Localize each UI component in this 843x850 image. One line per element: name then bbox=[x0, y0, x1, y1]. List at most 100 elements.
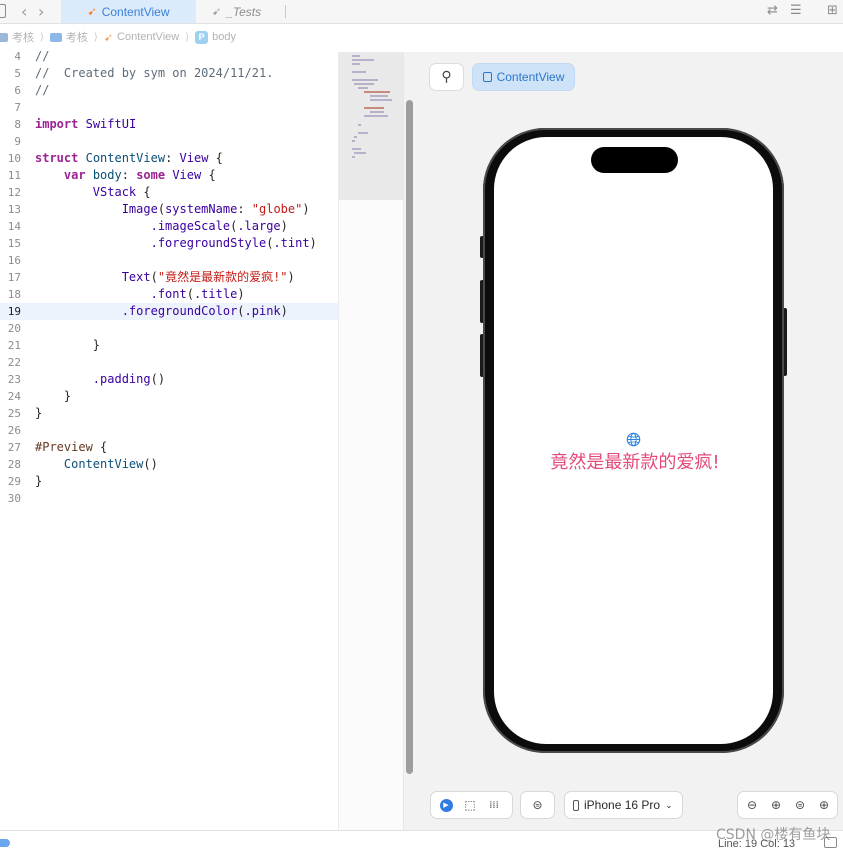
code-text[interactable]: import SwiftUI bbox=[35, 116, 136, 133]
code-line[interactable]: 7 bbox=[0, 99, 338, 116]
code-text[interactable]: ContentView() bbox=[35, 456, 158, 473]
code-text[interactable]: .imageScale(.large) bbox=[35, 218, 288, 235]
code-line[interactable]: 21 } bbox=[0, 337, 338, 354]
line-number: 26 bbox=[7, 424, 21, 437]
device-label: iPhone 16 Pro bbox=[584, 798, 661, 812]
code-line[interactable]: 12 VStack { bbox=[0, 184, 338, 201]
code-line[interactable]: 4 // bbox=[0, 48, 338, 65]
minimap-line bbox=[358, 132, 368, 134]
code-line[interactable]: 29} bbox=[0, 473, 338, 490]
code-text[interactable]: .font(.title) bbox=[35, 286, 245, 303]
line-number: 19 bbox=[7, 305, 21, 318]
code-line[interactable]: 8 import SwiftUI bbox=[0, 116, 338, 133]
breadcrumb-separator: ⟩ bbox=[93, 31, 98, 43]
code-line[interactable]: 5 // Created by sym on 2024/11/21. bbox=[0, 65, 338, 82]
live-preview-button[interactable]: ▶ bbox=[434, 794, 458, 816]
iphone-icon bbox=[573, 799, 579, 811]
code-line[interactable]: 15 .foregroundStyle(.tint) bbox=[0, 235, 338, 252]
code-line[interactable]: 17 Text("竟然是最新款的爱疯!") bbox=[0, 269, 338, 286]
tab-divider bbox=[285, 5, 286, 18]
breadcrumb-item-file[interactable]: ➹ ContentView bbox=[104, 31, 179, 44]
editor-scrollbar-thumb[interactable] bbox=[406, 100, 413, 774]
minimap-line bbox=[352, 79, 378, 81]
code-line[interactable]: 6 // bbox=[0, 82, 338, 99]
device-picker[interactable]: iPhone 16 Pro ⌄ bbox=[565, 792, 682, 818]
grid-icon[interactable] bbox=[0, 4, 6, 18]
zoom-100-button[interactable]: ⊕ bbox=[812, 794, 836, 816]
breadcrumb-item-folder[interactable]: 考核 bbox=[49, 29, 88, 45]
line-number: 18 bbox=[7, 288, 21, 301]
code-line[interactable]: 13 Image(systemName: "globe") bbox=[0, 201, 338, 218]
tab-bar: ‹ › ➹ ContentView ➹ _Tests ⇄ ☰ ⊞ bbox=[0, 0, 843, 24]
zoom-in-button[interactable]: ⊕ bbox=[764, 794, 788, 816]
code-line[interactable]: 11 var body: some View { bbox=[0, 167, 338, 184]
code-line[interactable]: 14 .imageScale(.large) bbox=[0, 218, 338, 235]
tab-label: _Tests bbox=[226, 4, 262, 19]
property-icon: P bbox=[195, 30, 209, 44]
code-text[interactable]: Image(systemName: "globe") bbox=[35, 201, 310, 218]
code-line[interactable]: 20 bbox=[0, 320, 338, 337]
line-number: 25 bbox=[7, 407, 21, 420]
code-text[interactable]: } bbox=[35, 473, 42, 490]
code-text[interactable]: #Preview { bbox=[35, 439, 107, 456]
code-text[interactable]: var body: some View { bbox=[35, 167, 216, 184]
line-number: 4 bbox=[14, 50, 21, 63]
forward-arrow-icon[interactable]: › bbox=[38, 2, 44, 21]
code-text[interactable]: .foregroundStyle(.tint) bbox=[35, 235, 317, 252]
selectable-mode-button[interactable]: ⬚ bbox=[458, 794, 482, 816]
code-line[interactable]: 22 bbox=[0, 354, 338, 371]
debug-indicator[interactable] bbox=[0, 839, 10, 847]
code-text[interactable]: } bbox=[35, 388, 71, 405]
related-items-icon[interactable]: ⇄ bbox=[767, 3, 778, 18]
minimap-line bbox=[364, 115, 388, 117]
zoom-fit-button[interactable]: ⊜ bbox=[788, 794, 812, 816]
back-arrow-icon[interactable]: ‹ bbox=[21, 2, 27, 21]
minimap[interactable] bbox=[338, 52, 403, 830]
tab-label: ContentView bbox=[101, 4, 170, 19]
code-line[interactable]: 16 bbox=[0, 252, 338, 269]
code-line[interactable]: 23 .padding() bbox=[0, 371, 338, 388]
code-text[interactable]: VStack { bbox=[35, 184, 151, 201]
preview-selector-label: ContentView bbox=[496, 70, 565, 84]
minimap-line bbox=[370, 99, 392, 101]
code-text[interactable]: // Created by sym on 2024/11/21. bbox=[35, 65, 273, 82]
minimap-line bbox=[354, 152, 366, 154]
zoom-out-button[interactable]: ⊖ bbox=[740, 794, 764, 816]
code-line[interactable]: 10 struct ContentView: View { bbox=[0, 150, 338, 167]
code-text[interactable]: } bbox=[35, 405, 42, 422]
code-text[interactable]: .padding() bbox=[35, 371, 165, 388]
breadcrumb-item-project[interactable]: 考核 bbox=[0, 29, 34, 45]
code-text[interactable]: } bbox=[35, 337, 100, 354]
zoom-out-icon: ⊖ bbox=[746, 798, 758, 812]
pin-preview-button[interactable]: ⚲ bbox=[430, 64, 463, 90]
minimap-line bbox=[354, 136, 357, 138]
variants-button[interactable]: ⁞⁞⁞ bbox=[482, 794, 506, 816]
breadcrumb-item-symbol[interactable]: P body bbox=[195, 30, 236, 44]
breadcrumb: 考核 ⟩ 考核 ⟩ ➹ ContentView ⟩ P body bbox=[0, 26, 843, 48]
source-editor[interactable]: 4 // 5 // Created by sym on 2024/11/21. 6 // 7… bbox=[0, 48, 338, 830]
code-line[interactable]: 25} bbox=[0, 405, 338, 422]
minimap-viewport[interactable] bbox=[339, 52, 403, 200]
adjust-editor-icon[interactable]: ☰ bbox=[790, 3, 802, 18]
tab-contentview[interactable]: ➹ ContentView bbox=[61, 0, 196, 23]
add-editor-icon[interactable]: ⊞ bbox=[827, 3, 838, 18]
preview-selector-button[interactable]: ContentView bbox=[473, 64, 574, 90]
line-number: 28 bbox=[7, 458, 21, 471]
code-line[interactable]: 9 bbox=[0, 133, 338, 150]
code-line[interactable]: 26 bbox=[0, 422, 338, 439]
code-line[interactable]: 24 } bbox=[0, 388, 338, 405]
line-number: 7 bbox=[14, 101, 21, 114]
tab-tests[interactable]: ➹ _Tests bbox=[212, 0, 261, 23]
code-line[interactable]: 30 bbox=[0, 490, 338, 507]
code-line[interactable]: 27 #Preview { bbox=[0, 439, 338, 456]
code-line[interactable]: 19 .foregroundColor(.pink) bbox=[0, 303, 338, 320]
device-settings-button[interactable]: ⊜ bbox=[521, 792, 554, 818]
code-text[interactable]: // bbox=[35, 82, 49, 99]
line-number: 5 bbox=[14, 67, 21, 80]
code-text[interactable]: Text("竟然是最新款的爱疯!") bbox=[35, 269, 295, 286]
code-text[interactable]: struct ContentView: View { bbox=[35, 150, 223, 167]
code-text[interactable]: .foregroundColor(.pink) bbox=[35, 303, 288, 320]
code-line[interactable]: 28 ContentView() bbox=[0, 456, 338, 473]
code-text[interactable]: // bbox=[35, 48, 49, 65]
code-line[interactable]: 18 .font(.title) bbox=[0, 286, 338, 303]
